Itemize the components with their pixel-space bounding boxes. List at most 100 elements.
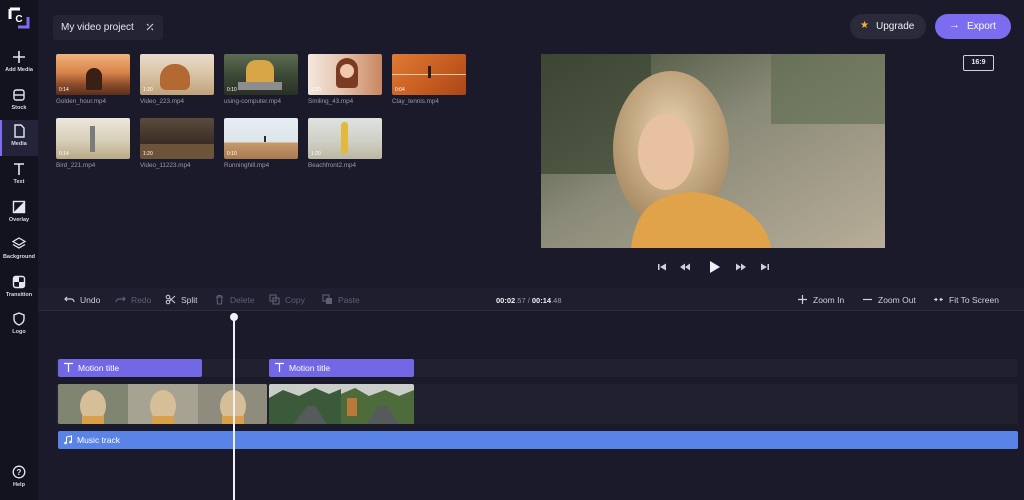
- app-logo[interactable]: C: [7, 6, 31, 30]
- thumbnail-dog: [160, 64, 190, 90]
- video-preview[interactable]: [541, 54, 885, 248]
- project-title-field[interactable]: My video project: [53, 15, 163, 40]
- split-button[interactable]: Split: [165, 288, 198, 311]
- svg-text:C: C: [15, 14, 22, 25]
- text-icon: [275, 362, 284, 372]
- undo-button[interactable]: Undo: [64, 288, 100, 311]
- sidebar-item-stock[interactable]: Stock: [0, 84, 38, 120]
- sidebar-item-transition[interactable]: Transition: [0, 271, 38, 307]
- rename-icon[interactable]: [145, 22, 155, 32]
- clip-label: Music track: [77, 435, 120, 445]
- sidebar-item-background[interactable]: Background: [0, 233, 38, 269]
- text-icon: [64, 362, 73, 372]
- upgrade-button[interactable]: ★ Upgrade: [850, 14, 926, 39]
- sidebar-item-label: Stock: [11, 105, 27, 111]
- paste-icon: [322, 294, 332, 304]
- media-filename: Video_223.mp4: [140, 98, 184, 105]
- clip-label: Motion title: [289, 363, 331, 373]
- undo-label: Undo: [80, 294, 101, 305]
- media-item[interactable]: 0:14 Golden_hour.mp4: [56, 54, 130, 106]
- fit-screen-icon: [934, 297, 943, 302]
- sidebar-item-overlay[interactable]: Overlay: [0, 196, 38, 232]
- media-thumbnail: 0:14: [56, 54, 130, 95]
- plus-icon: [13, 51, 25, 63]
- media-filename: Clay_tennis.mp4: [392, 98, 439, 105]
- media-item[interactable]: 0:04 Clay_tennis.mp4: [392, 54, 466, 106]
- sidebar-item-label: Text: [13, 179, 25, 185]
- thumbnail-laptop: [238, 82, 282, 90]
- thumbnail-surfboard: [341, 122, 348, 154]
- media-thumbnail: 0:14: [56, 118, 130, 159]
- thumbnail-figure: [86, 68, 102, 90]
- zoom-out-button[interactable]: Zoom Out: [862, 288, 916, 311]
- sidebar: C Add Media Stock Media Text Overlay Bac…: [0, 0, 38, 500]
- media-thumbnail: 1:20: [308, 118, 382, 159]
- arrow-right-icon: →: [949, 19, 960, 31]
- copy-button[interactable]: Copy: [269, 288, 305, 311]
- timecode: 00:02.57 / 00:14.48: [496, 296, 562, 305]
- preview-frame: [541, 54, 885, 248]
- sidebar-item-label: Add Media: [5, 67, 33, 73]
- media-item[interactable]: 0:14 Bird_221.mp4: [56, 118, 130, 170]
- sidebar-item-media[interactable]: Media: [0, 120, 38, 156]
- thumbnail-face: [340, 64, 354, 78]
- sidebar-item-label: Background: [2, 254, 36, 260]
- sidebar-item-label: Media: [11, 141, 27, 147]
- paste-label: Paste: [338, 294, 360, 305]
- upgrade-label: Upgrade: [876, 21, 915, 32]
- redo-button[interactable]: Redo: [115, 288, 151, 311]
- star-icon: ★: [860, 20, 869, 31]
- rewind-icon[interactable]: [679, 260, 691, 274]
- fast-forward-icon[interactable]: [735, 260, 747, 274]
- media-duration: 0:10: [227, 151, 237, 157]
- media-item[interactable]: 1:20 Smiling_43.mp4: [308, 54, 382, 106]
- media-filename: Bird_221.mp4: [56, 162, 96, 169]
- redo-label: Redo: [131, 294, 152, 305]
- play-icon[interactable]: [706, 259, 722, 275]
- timeline-clip-video[interactable]: [58, 384, 267, 424]
- aspect-ratio-button[interactable]: 16:9: [963, 55, 994, 71]
- layers-icon: [12, 237, 26, 249]
- media-item[interactable]: 0:10 Runninghill.mp4: [224, 118, 298, 170]
- fit-to-screen-button[interactable]: Fit To Screen: [933, 288, 999, 311]
- timeline-clip-video[interactable]: [269, 384, 414, 424]
- clip-filmstrip: [58, 384, 267, 424]
- media-duration: 1:20: [311, 151, 321, 157]
- transition-icon: [12, 275, 26, 289]
- media-item[interactable]: 1:20 Video_11223.mp4: [140, 118, 214, 170]
- media-thumbnail: 0:10: [224, 118, 298, 159]
- sidebar-item-logo[interactable]: Logo: [0, 308, 38, 344]
- playhead[interactable]: [233, 313, 235, 500]
- media-item[interactable]: 0:10 using-computer.mp4: [224, 54, 298, 106]
- media-duration: 1:20: [311, 87, 321, 93]
- project-title: My video project: [61, 22, 134, 33]
- paste-button[interactable]: Paste: [322, 288, 360, 311]
- timeline-clip-motion-title[interactable]: Motion title: [58, 359, 202, 377]
- shield-icon: [13, 312, 25, 326]
- media-filename: Beachfront2.mp4: [308, 162, 356, 169]
- thumbnail-bird: [90, 126, 95, 152]
- timeline-clip-music[interactable]: Music track: [58, 431, 1018, 449]
- delete-label: Delete: [230, 294, 255, 305]
- media-duration: 0:04: [395, 87, 405, 93]
- skip-to-start-icon[interactable]: [656, 260, 668, 274]
- media-thumbnail: 1:20: [140, 54, 214, 95]
- export-button[interactable]: → Export: [935, 14, 1011, 39]
- media-duration: 1:20: [143, 87, 153, 93]
- skip-to-end-icon[interactable]: [759, 260, 771, 274]
- timeline-clip-motion-title[interactable]: Motion title: [269, 359, 414, 377]
- sidebar-item-text[interactable]: Text: [0, 158, 38, 194]
- sidebar-item-help[interactable]: ? Help: [0, 461, 38, 497]
- zoom-in-button[interactable]: Zoom In: [797, 288, 844, 311]
- playhead-handle[interactable]: [230, 313, 238, 321]
- delete-button[interactable]: Delete: [214, 288, 255, 311]
- media-item[interactable]: 1:20 Beachfront2.mp4: [308, 118, 382, 170]
- media-item[interactable]: 1:20 Video_223.mp4: [140, 54, 214, 106]
- media-filename: using-computer.mp4: [224, 98, 282, 105]
- sidebar-item-add-media[interactable]: Add Media: [0, 46, 38, 82]
- scissors-icon: [165, 294, 176, 305]
- zoom-out-label: Zoom Out: [878, 294, 916, 305]
- media-duration: 0:10: [227, 87, 237, 93]
- thumbnail-runner: [264, 136, 266, 142]
- file-icon: [14, 124, 25, 138]
